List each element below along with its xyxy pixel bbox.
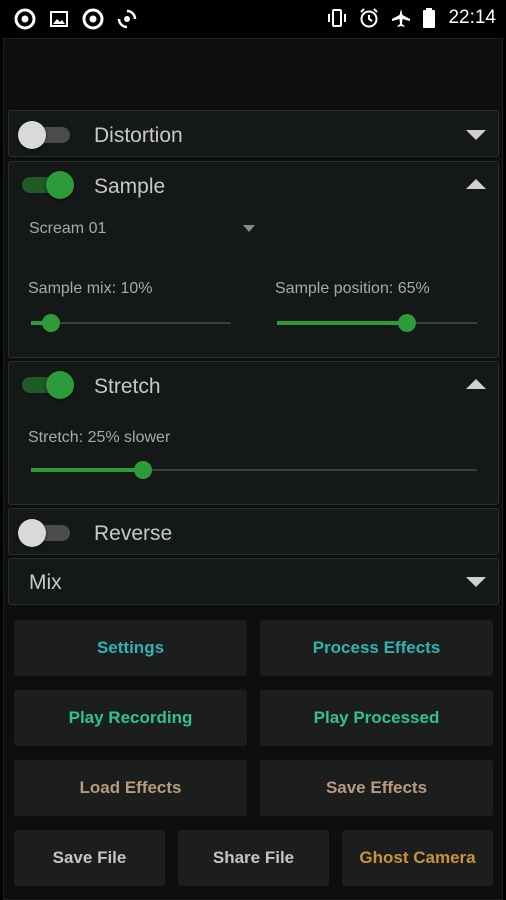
distortion-panel: Distortion [8, 110, 499, 157]
chevron-up-icon[interactable] [466, 379, 486, 389]
save-effects-button[interactable]: Save Effects [260, 760, 493, 816]
distortion-title: Distortion [94, 124, 183, 147]
reverse-toggle[interactable] [18, 517, 74, 549]
reverse-title: Reverse [94, 522, 173, 545]
sample-title: Sample [94, 175, 166, 198]
battery-icon [423, 8, 436, 28]
status-time: 22:14 [448, 7, 496, 28]
chevron-up-icon[interactable] [466, 179, 486, 189]
status-bar-right: 22:14 [326, 7, 496, 29]
sample-mix-label: Sample mix: 10% [28, 280, 153, 297]
play-recording-button[interactable]: Play Recording [14, 690, 247, 746]
chevron-down-icon[interactable] [466, 577, 486, 587]
alarm-icon [360, 8, 379, 28]
sample-panel: Sample Scream 01 Sample mix: 10% Sample … [8, 161, 499, 358]
stretch-toggle[interactable] [18, 369, 74, 401]
load-effects-button[interactable]: Load Effects [14, 760, 247, 816]
slider-thumb[interactable] [398, 314, 416, 332]
stretch-slider[interactable] [31, 458, 477, 482]
app-a-icon [82, 8, 104, 30]
vibrate-icon [328, 9, 347, 27]
settings-button[interactable]: Settings [14, 620, 247, 676]
sample-select[interactable]: Scream 01 [29, 218, 255, 244]
mix-title: Mix [29, 571, 62, 594]
sample-position-label: Sample position: 65% [275, 280, 430, 297]
slider-thumb[interactable] [42, 314, 60, 332]
mix-panel[interactable]: Mix [8, 558, 499, 605]
app-a-icon [14, 8, 36, 30]
save-file-button[interactable]: Save File [14, 830, 165, 886]
stretch-title: Stretch [94, 375, 161, 398]
ghost-camera-button[interactable]: Ghost Camera [342, 830, 493, 886]
slider-thumb[interactable] [133, 461, 152, 479]
status-bar: 22:14 [0, 0, 506, 38]
sample-mix-slider[interactable] [31, 311, 231, 335]
image-icon [50, 11, 68, 27]
sample-select-value: Scream 01 [29, 220, 107, 237]
share-file-button[interactable]: Share File [178, 830, 329, 886]
sync-icon [117, 9, 137, 29]
chevron-down-icon[interactable] [466, 130, 486, 140]
airplane-icon [392, 9, 411, 27]
play-processed-button[interactable]: Play Processed [260, 690, 493, 746]
process-effects-button[interactable]: Process Effects [260, 620, 493, 676]
distortion-toggle[interactable] [18, 119, 74, 151]
stretch-panel: Stretch Stretch: 25% slower [8, 361, 499, 505]
reverse-panel: Reverse [8, 508, 499, 555]
stretch-label: Stretch: 25% slower [28, 429, 171, 446]
sample-toggle[interactable] [18, 169, 74, 201]
sample-position-slider[interactable] [277, 311, 477, 335]
status-bar-left [14, 8, 138, 30]
dropdown-arrow-icon [243, 225, 255, 232]
